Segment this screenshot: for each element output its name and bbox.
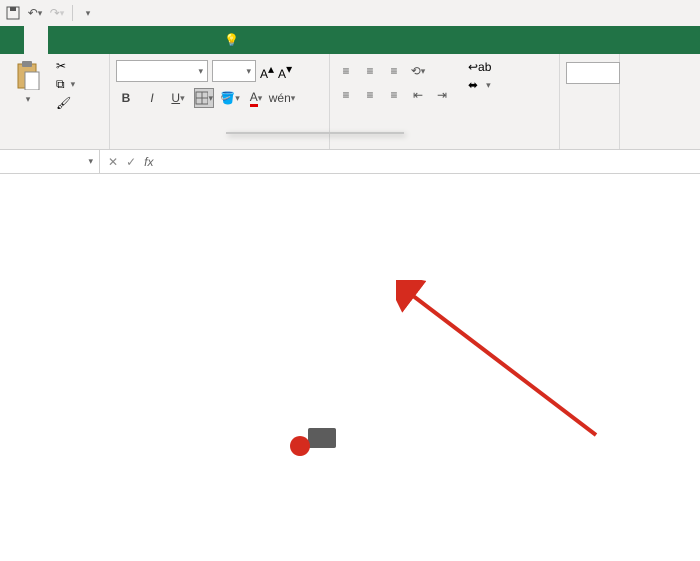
scissors-icon: ✂ [56,59,66,73]
indent-decrease-button[interactable]: ⇤ [408,86,428,104]
ribbon-tabs: 💡 [0,26,700,54]
copy-icon: ⧉ [56,77,65,92]
clipboard-icon [15,60,41,90]
align-middle-button[interactable]: ≡ [360,62,380,80]
number-format-select[interactable] [566,62,620,84]
italic-button[interactable]: I [142,88,162,108]
annotation-badge [290,436,310,456]
copy-button[interactable]: ⧉▾ [54,76,77,93]
borders-button[interactable]: ▾ [194,88,214,108]
customize-qat-icon[interactable]: ▾ [79,4,97,22]
font-color-button[interactable]: A▾ [246,88,266,108]
formula-bar[interactable] [161,150,700,173]
group-label-alignment [336,145,553,147]
format-painter-button[interactable]: 🖌 [54,95,77,111]
grow-font-button[interactable]: A▴ [260,62,274,81]
tab-file[interactable] [0,26,24,54]
tab-home[interactable] [24,26,48,54]
separator [72,5,73,21]
underline-button[interactable]: U▾ [168,88,188,108]
cancel-icon[interactable]: ✕ [108,155,118,169]
orientation-button[interactable]: ⟲▾ [408,62,428,80]
phonetic-button[interactable]: wén▾ [272,88,292,108]
undo-icon[interactable]: ↶▾ [26,4,44,22]
tab-data[interactable] [120,26,144,54]
tab-layout[interactable] [72,26,96,54]
paste-button[interactable]: ▾ [6,58,50,111]
align-bottom-button[interactable]: ≡ [384,62,404,80]
cut-button[interactable]: ✂ [54,58,77,74]
fx-icon[interactable]: fx [144,155,153,169]
borders-dropdown-menu [226,132,404,134]
group-alignment: ≡ ≡ ≡ ⟲▾ ≡ ≡ ≡ ⇤ ⇥ ↩ab ⬌▾ [330,54,560,149]
indent-increase-button[interactable]: ⇥ [432,86,452,104]
align-left-button[interactable]: ≡ [336,86,356,104]
annotation-arrow [396,280,616,450]
group-number [560,54,620,149]
font-name-select[interactable]: ▾ [116,60,208,82]
lightbulb-icon: 💡 [224,33,239,47]
bold-button[interactable]: B [116,88,136,108]
name-box[interactable]: ▾ [0,150,100,173]
quick-access-toolbar: ↶▾ ↷▾ ▾ [0,0,700,26]
tab-review[interactable] [144,26,168,54]
group-label-number [566,145,613,147]
tell-me[interactable]: 💡 [216,26,253,54]
save-icon[interactable] [4,4,22,22]
font-size-select[interactable]: ▾ [212,60,256,82]
align-right-button[interactable]: ≡ [384,86,404,104]
formula-bar-row: ▾ ✕ ✓ fx [0,150,700,174]
formula-bar-buttons: ✕ ✓ fx [100,155,161,169]
merge-icon: ⬌ [468,78,478,92]
chevron-down-icon: ▾ [26,94,31,105]
fill-color-button[interactable]: 🪣▾ [220,88,240,108]
enter-icon[interactable]: ✓ [126,155,136,169]
wrap-icon: ↩ab [468,60,491,74]
ribbon: ▾ ✂ ⧉▾ 🖌 ▾ ▾ A▴ A▾ B I U▾ ▾ 🪣▾ [0,54,700,150]
redo-icon[interactable]: ↷▾ [48,4,66,22]
brush-icon: 🖌 [56,96,71,110]
tab-insert[interactable] [48,26,72,54]
tab-formula[interactable] [96,26,120,54]
align-center-button[interactable]: ≡ [360,86,380,104]
align-top-button[interactable]: ≡ [336,62,356,80]
shrink-font-button[interactable]: A▾ [278,62,292,81]
annotation-tooltip [308,428,336,448]
merge-center-button[interactable]: ⬌▾ [468,78,495,92]
wrap-text-button[interactable]: ↩ab [468,60,495,74]
group-label-clipboard [6,145,103,147]
tab-help[interactable] [192,26,216,54]
group-font: ▾ ▾ A▴ A▾ B I U▾ ▾ 🪣▾ A▾ wén▾ [110,54,330,149]
group-label-font [116,145,323,147]
group-clipboard: ▾ ✂ ⧉▾ 🖌 [0,54,110,149]
tab-view[interactable] [168,26,192,54]
